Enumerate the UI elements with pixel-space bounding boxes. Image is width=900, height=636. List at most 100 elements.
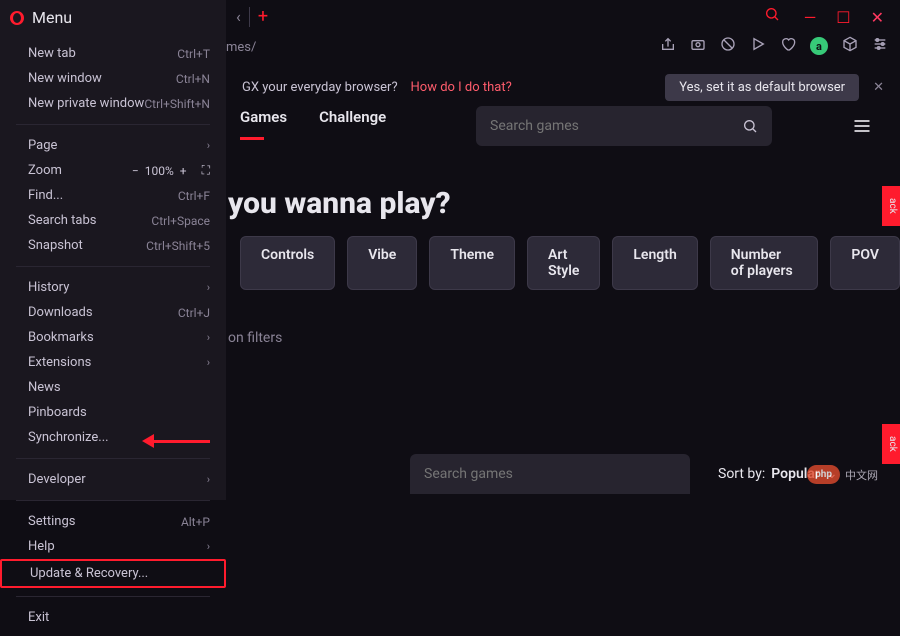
menu-item-label: Bookmarks (28, 330, 94, 345)
menu-item-history[interactable]: History › (0, 275, 226, 300)
maximize-button[interactable]: ☐ (836, 8, 850, 27)
chevron-right-icon: › (207, 356, 210, 369)
menu-item-snapshot[interactable]: Snapshot Ctrl+Shift+5 (0, 233, 226, 258)
bottom-search-box[interactable] (410, 454, 690, 494)
filter-chip-vibe[interactable]: Vibe (347, 236, 417, 290)
watermark-badge: php (807, 465, 840, 484)
menu-separator (16, 596, 210, 597)
tab-divider (249, 7, 250, 27)
menu-item-new-tab[interactable]: New tabCtrl+T (0, 41, 226, 66)
menu-item-label: Help (28, 539, 55, 554)
prompt-how-link[interactable]: How do I do that? (411, 80, 512, 95)
share-icon[interactable] (660, 36, 676, 56)
menu-shortcut: Ctrl+J (178, 306, 210, 320)
zoom-out-button[interactable]: − (132, 164, 139, 178)
menu-item-help[interactable]: Help › (0, 534, 226, 559)
camera-icon[interactable] (690, 36, 706, 56)
menu-item-label: Developer (28, 472, 86, 487)
search-icon[interactable] (764, 6, 780, 26)
search-icon (742, 118, 758, 134)
menu-shortcut: Ctrl+Shift+5 (146, 239, 210, 253)
filter-chip-theme[interactable]: Theme (429, 236, 515, 290)
menu-item-label: Synchronize... (28, 430, 109, 445)
set-default-browser-button[interactable]: Yes, set it as default browser (665, 74, 859, 101)
tab-chevron-left-icon[interactable]: ‹ (236, 7, 241, 26)
menu-item-label: New window (28, 71, 102, 86)
menu-item-update-recovery[interactable]: Update & Recovery... (0, 559, 226, 588)
menu-item-label: Snapshot (28, 238, 83, 253)
close-window-button[interactable]: ✕ (871, 8, 884, 27)
menu-item-label: Search tabs (28, 213, 97, 228)
menu-item-extensions[interactable]: Extensions › (0, 350, 226, 375)
menu-shortcut: Ctrl+Space (151, 214, 210, 228)
heart-icon[interactable] (780, 36, 796, 56)
filter-chip-pov[interactable]: POV (830, 236, 900, 290)
menu-item-downloads[interactable]: DownloadsCtrl+J (0, 300, 226, 325)
menu-item-bookmarks[interactable]: Bookmarks › (0, 325, 226, 350)
minimize-button[interactable]: — (804, 8, 817, 27)
menu-separator (16, 500, 210, 501)
bottom-search-input[interactable] (424, 466, 676, 482)
tab-challenge[interactable]: Challenge (319, 108, 386, 138)
menu-shortcut: Ctrl+N (176, 72, 210, 86)
menu-separator (16, 124, 210, 125)
menu-item-label: Zoom (28, 163, 62, 178)
filter-chip-number-of-players[interactable]: Number of players (710, 236, 819, 290)
menu-item-label: Pinboards (28, 405, 87, 420)
menu-item-search-tabs[interactable]: Search tabs Ctrl+Space (0, 208, 226, 233)
menu-item-exit[interactable]: Exit (0, 605, 226, 630)
feedback-tab[interactable]: ack (882, 424, 900, 464)
menu-shortcut: Ctrl+T (177, 47, 210, 61)
play-icon[interactable] (750, 36, 766, 56)
new-tab-button[interactable]: + (258, 6, 268, 27)
filter-chip-controls[interactable]: Controls (240, 236, 335, 290)
menu-item-label: History (28, 280, 69, 295)
menu-title: Menu (32, 8, 72, 27)
dismiss-prompt-button[interactable]: ✕ (873, 80, 884, 95)
menu-item-news[interactable]: News (0, 375, 226, 400)
main-menu: Menu New tabCtrl+T New window Ctrl+N New pr… (0, 0, 226, 500)
feedback-tab[interactable]: ack (882, 186, 900, 226)
menu-item-new-window[interactable]: New window Ctrl+N (0, 66, 226, 91)
tab-games[interactable]: Games (240, 108, 287, 138)
headline: you wanna play? (228, 186, 451, 221)
search-games-input[interactable] (490, 118, 742, 134)
menu-item-find[interactable]: Find... Ctrl+F (0, 183, 226, 208)
menu-shortcut: Alt+P (181, 515, 210, 529)
menu-item-developer[interactable]: Developer › (0, 467, 226, 492)
chevron-right-icon: › (207, 540, 210, 553)
hamburger-menu-icon[interactable] (852, 116, 872, 140)
sort-label: Sort by: (718, 466, 765, 482)
menu-item-label: Update & Recovery... (30, 566, 148, 581)
avatar[interactable]: a (810, 37, 828, 55)
chevron-right-icon: › (207, 473, 210, 486)
menu-item-label: Page (28, 138, 57, 153)
watermark-text: 中文网 (845, 467, 878, 483)
fullscreen-icon[interactable]: ⛶ (202, 163, 210, 178)
zoom-in-button[interactable]: + (180, 164, 187, 178)
chevron-right-icon: › (207, 281, 210, 294)
menu-item-label: Extensions (28, 355, 91, 370)
chevron-right-icon: › (207, 331, 210, 344)
menu-item-pinboards[interactable]: Pinboards (0, 400, 226, 425)
block-icon[interactable] (720, 36, 736, 56)
url-fragment: mes/ (226, 40, 256, 55)
search-games-box[interactable] (476, 106, 772, 146)
settings-sliders-icon[interactable] (872, 36, 888, 56)
menu-item-label: Find... (28, 188, 63, 203)
menu-item-page[interactable]: Page› (0, 133, 226, 158)
menu-item-label: Exit (28, 610, 49, 625)
opera-logo-icon (10, 11, 24, 25)
filters-text: on filters (228, 330, 282, 346)
zoom-value: 100% (145, 164, 174, 178)
menu-shortcut: Ctrl+F (178, 189, 210, 203)
filter-chip-length[interactable]: Length (612, 236, 697, 290)
prompt-text: GX your everyday browser? (242, 80, 398, 95)
menu-item-settings[interactable]: SettingsAlt+P (0, 509, 226, 534)
menu-item-zoom[interactable]: Zoom − 100% + ⛶ (0, 158, 226, 183)
cube-icon[interactable] (842, 36, 858, 56)
menu-item-new-private-window[interactable]: New private windowCtrl+Shift+N (0, 91, 226, 116)
annotation-arrow (142, 432, 212, 450)
filter-chip-art-style[interactable]: Art Style (527, 236, 600, 290)
menu-separator (16, 266, 210, 267)
